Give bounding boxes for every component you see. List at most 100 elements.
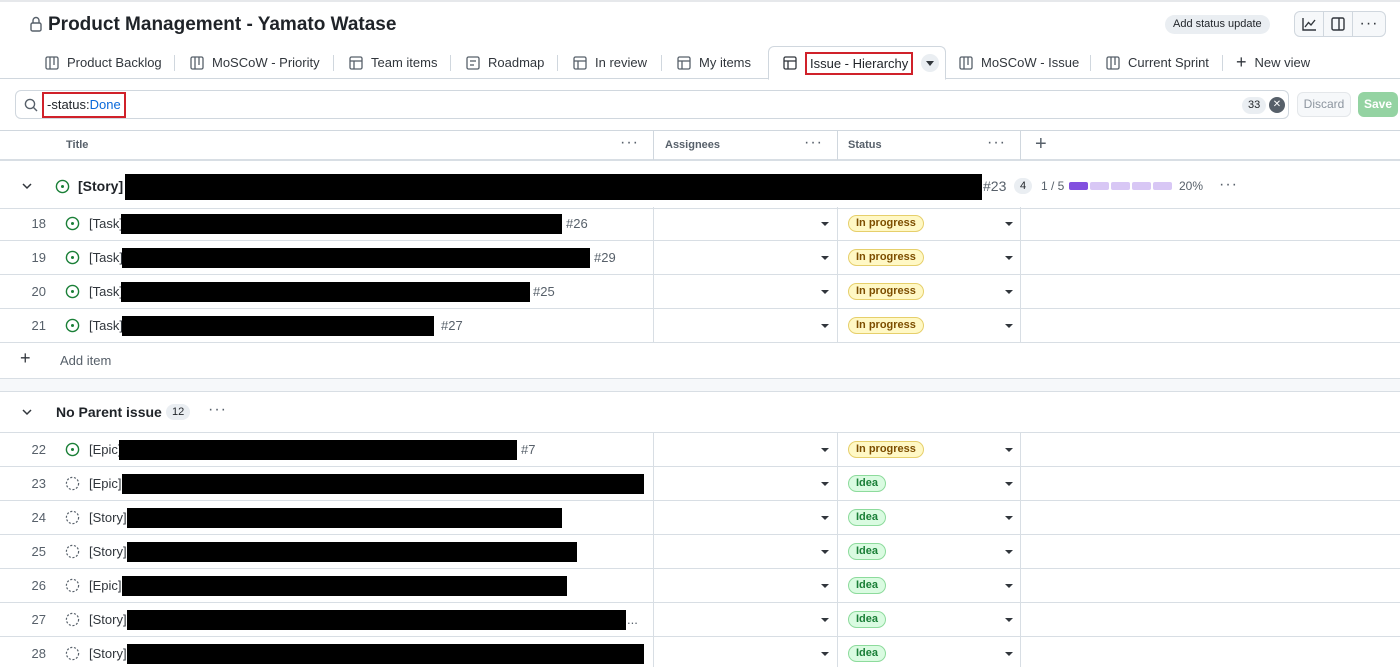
item-prefix[interactable]: [Epic] [89, 569, 122, 602]
assignee-dropdown-icon[interactable] [821, 550, 829, 554]
row-number: 21 [31, 318, 46, 333]
issue-opened-icon [65, 284, 80, 299]
table-row[interactable]: 28 [Story] Idea [0, 637, 1400, 667]
chevron-down-icon[interactable] [21, 406, 33, 418]
cell-divider [1020, 275, 1021, 308]
group-header: [Story] #23 4 1 / 5 20% ··· [0, 163, 1400, 209]
status-dropdown-icon[interactable] [1005, 550, 1013, 554]
item-prefix[interactable]: [Story] [89, 535, 127, 568]
cell-divider [653, 637, 654, 667]
tab-label: In review [595, 55, 648, 70]
item-prefix[interactable]: [Epic] [89, 433, 122, 466]
column-title[interactable]: Title [66, 131, 88, 160]
assignee-dropdown-icon[interactable] [821, 290, 829, 294]
column-divider [837, 131, 838, 160]
add-item-row[interactable]: + Add item [0, 343, 1400, 378]
lock-icon [30, 16, 42, 32]
table-row[interactable]: 25 [Story] Idea [0, 535, 1400, 569]
table-row[interactable]: 24 [Story] Idea [0, 501, 1400, 535]
table-row[interactable]: 23 [Epic] Idea [0, 467, 1400, 501]
item-prefix[interactable]: [Story] [89, 501, 127, 534]
table-row[interactable]: 21 [Task] #27 In progress [0, 309, 1400, 343]
cell-divider [837, 241, 838, 274]
status-dropdown-icon[interactable] [1005, 324, 1013, 328]
assignee-dropdown-icon[interactable] [821, 652, 829, 656]
assignee-dropdown-icon[interactable] [821, 448, 829, 452]
project-title: Product Management - Yamato Watase [48, 14, 397, 35]
table-row[interactable]: 20 [Task] #25 In progress [0, 275, 1400, 309]
more-options-button[interactable]: ··· [1352, 11, 1386, 37]
assignee-dropdown-icon[interactable] [821, 324, 829, 328]
status-dropdown-icon[interactable] [1005, 618, 1013, 622]
column-menu-icon[interactable]: ··· [987, 135, 1006, 151]
tab-moscow-issue[interactable]: MoSCoW - Issue [959, 46, 1079, 79]
tab-moscow-priority[interactable]: MoSCoW - Priority [190, 46, 320, 79]
redacted-title [121, 214, 562, 234]
table-row[interactable]: 27 [Story] ... Idea [0, 603, 1400, 637]
status-dropdown-icon[interactable] [1005, 652, 1013, 656]
group-count-badge: 4 [1014, 178, 1033, 194]
tab-options-button[interactable] [921, 54, 940, 72]
group-menu-icon[interactable]: ··· [208, 401, 227, 419]
triangle-down-icon [926, 60, 935, 66]
status-badge: In progress [848, 441, 924, 458]
filter-input[interactable]: -status:Done 33 ✕ [15, 90, 1289, 119]
issue-opened-icon [65, 250, 80, 265]
save-button[interactable]: Save [1358, 92, 1398, 117]
item-prefix[interactable]: [Story] [89, 603, 127, 636]
board-icon [1106, 55, 1120, 70]
status-dropdown-icon[interactable] [1005, 256, 1013, 260]
clear-filter-icon[interactable]: ✕ [1269, 97, 1285, 113]
assignee-dropdown-icon[interactable] [821, 618, 829, 622]
assignee-dropdown-icon[interactable] [821, 516, 829, 520]
tab-in-review[interactable]: In review [573, 46, 647, 79]
column-status[interactable]: Status [848, 131, 882, 160]
cell-divider [1020, 241, 1021, 274]
item-prefix[interactable]: [Story] [89, 637, 127, 667]
table-row[interactable]: 19 [Task] #29 In progress [0, 241, 1400, 275]
status-dropdown-icon[interactable] [1005, 448, 1013, 452]
tab-current-sprint[interactable]: Current Sprint [1106, 46, 1209, 79]
group-menu-icon[interactable]: ··· [1219, 176, 1238, 194]
status-dropdown-icon[interactable] [1005, 516, 1013, 520]
assignee-dropdown-icon[interactable] [821, 482, 829, 486]
tab-issue-hierarchy[interactable]: Issue - Hierarchy [768, 46, 947, 80]
column-assignees[interactable]: Assignees [665, 131, 720, 160]
item-prefix[interactable]: [Epic] [89, 467, 122, 500]
chevron-down-icon[interactable] [21, 180, 33, 192]
status-dropdown-icon[interactable] [1005, 482, 1013, 486]
side-panel-button[interactable] [1323, 11, 1353, 37]
new-view-button[interactable]: + New view [1236, 46, 1310, 79]
add-status-update-button[interactable]: Add status update [1165, 15, 1270, 34]
project-header: Product Management - Yamato Watase Add s… [0, 0, 1400, 46]
insights-button[interactable] [1294, 11, 1324, 37]
item-prefix[interactable]: [Task] [89, 207, 123, 240]
tab-label: Issue - Hierarchy [805, 51, 914, 75]
cell-divider [1020, 603, 1021, 636]
roadmap-icon [466, 55, 480, 70]
status-dropdown-icon[interactable] [1005, 584, 1013, 588]
discard-button[interactable]: Discard [1297, 92, 1351, 117]
assignee-dropdown-icon[interactable] [821, 222, 829, 226]
table-row[interactable]: 18 [Task] #26 In progress [0, 207, 1400, 241]
status-dropdown-icon[interactable] [1005, 290, 1013, 294]
add-field-button[interactable]: + [1035, 133, 1047, 155]
tab-roadmap[interactable]: Roadmap [466, 46, 544, 79]
item-prefix[interactable]: [Task] [89, 309, 123, 342]
tab-product-backlog[interactable]: Product Backlog [45, 46, 162, 79]
assignee-dropdown-icon[interactable] [821, 584, 829, 588]
table-row[interactable]: 22 [Epic] #7 In progress [0, 433, 1400, 467]
cell-divider [837, 603, 838, 636]
tab-my-items[interactable]: My items [677, 46, 751, 79]
column-menu-icon[interactable]: ··· [620, 135, 639, 151]
tab-label: My items [699, 55, 751, 70]
tab-team-items[interactable]: Team items [349, 46, 437, 79]
status-dropdown-icon[interactable] [1005, 222, 1013, 226]
group-title: No Parent issue [56, 404, 162, 420]
item-prefix[interactable]: [Task] [89, 241, 123, 274]
item-prefix[interactable]: [Task] [89, 275, 123, 308]
group-issue-number[interactable]: #23 [983, 178, 1006, 194]
table-row[interactable]: 26 [Epic] Idea [0, 569, 1400, 603]
assignee-dropdown-icon[interactable] [821, 256, 829, 260]
column-menu-icon[interactable]: ··· [804, 135, 823, 151]
